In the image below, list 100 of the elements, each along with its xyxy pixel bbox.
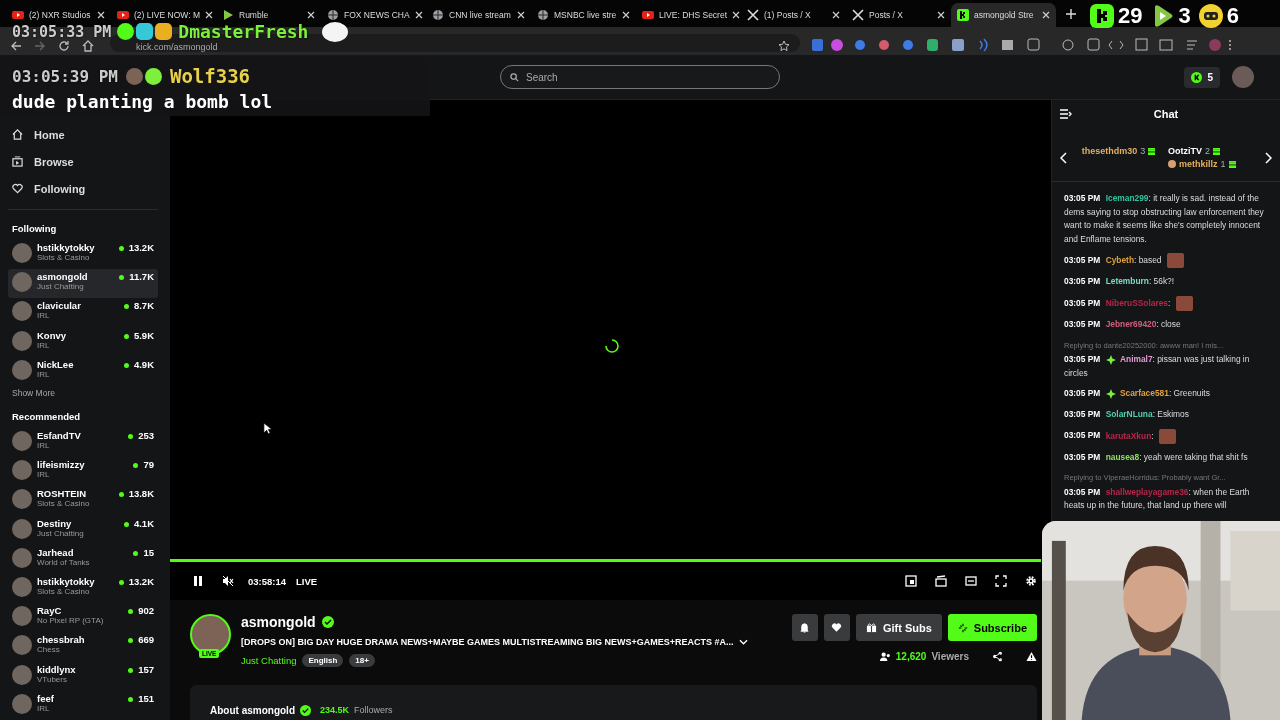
theater-icon[interactable] <box>935 575 947 587</box>
close-icon[interactable] <box>517 11 525 19</box>
points-badge[interactable]: 5 <box>1184 66 1220 88</box>
close-icon[interactable] <box>414 11 423 19</box>
browser-tab[interactable]: (1) Posts / X <box>741 3 846 27</box>
globe-icon <box>327 9 339 21</box>
close-icon[interactable] <box>622 11 630 19</box>
channel-name: asmongold <box>37 271 89 283</box>
k-logo-icon <box>1191 71 1203 83</box>
wide-mode-icon[interactable] <box>965 575 977 587</box>
channel-item[interactable]: asmongold Just Chatting 11.7K <box>8 269 158 299</box>
browser-tab[interactable]: CNN live stream <box>426 3 531 27</box>
chat-message: 03:05 PM Animal7: pissan was just talking in circles <box>1064 353 1251 380</box>
muted-speaker-icon[interactable] <box>222 575 234 587</box>
chevron-left-icon[interactable] <box>1060 151 1067 164</box>
user-avatar[interactable] <box>1232 66 1254 88</box>
section-title: Recommended <box>11 410 82 424</box>
extension-icons[interactable] <box>812 38 1232 52</box>
channel-name: EsfandTV <box>37 430 82 441</box>
browser-tab[interactable]: Posts / X <box>846 3 951 27</box>
channel-name[interactable]: asmongold <box>241 614 316 630</box>
channel-item[interactable]: Konvy IRL 5.9K <box>8 327 158 357</box>
search-field[interactable]: Search <box>500 65 780 89</box>
channel-item[interactable]: ROSHTEIN Slots & Casino 13.8K <box>8 486 158 516</box>
tag[interactable]: 18+ <box>349 654 375 667</box>
avatar <box>12 635 32 656</box>
viewer-count: 13.2K <box>128 576 154 588</box>
channel-name: ROSHTEIN <box>37 488 88 500</box>
fullscreen-icon[interactable] <box>995 575 1007 587</box>
gift-subs-button[interactable]: Gift Subs <box>855 614 942 641</box>
channel-name: chessbrah <box>37 634 86 646</box>
plus-icon[interactable] <box>1066 8 1076 19</box>
reload-icon[interactable] <box>58 40 70 52</box>
follow-button[interactable] <box>823 614 850 641</box>
channel-item[interactable]: Destiny Just Chatting 4.1K <box>8 515 158 545</box>
channel-item[interactable]: clavicular IRL 8.7K <box>8 298 158 328</box>
home-icon[interactable] <box>82 40 94 52</box>
channel-item[interactable]: Jarhead World of Tanks 15 <box>8 544 158 575</box>
channel-item[interactable]: lifeismizzy IRL 79 <box>8 457 158 487</box>
close-icon[interactable] <box>204 11 213 19</box>
mini-player-icon[interactable] <box>905 575 917 587</box>
subscribe-button[interactable]: Subscribe <box>947 614 1037 641</box>
channel-item[interactable]: kiddlynx VTubers 157 <box>8 661 158 691</box>
channel-category: IRL <box>37 311 51 321</box>
close-icon[interactable] <box>937 11 945 19</box>
counter-value: 29 <box>1118 3 1143 29</box>
settings-icon[interactable] <box>1025 575 1037 587</box>
warning-icon[interactable] <box>1026 651 1037 662</box>
pause-icon[interactable] <box>192 575 204 587</box>
gifter-name[interactable]: methkillz <box>1179 159 1218 169</box>
stream-time: 03:58:14 <box>248 575 287 587</box>
channel-item[interactable]: RayC No Pixel RP (GTA) 902 <box>8 603 158 633</box>
close-icon[interactable] <box>1042 11 1050 19</box>
collapse-icon[interactable] <box>1060 109 1072 119</box>
gift-icon <box>1228 160 1236 168</box>
nav-link[interactable]: Following <box>12 180 154 197</box>
viewer-count: 12,620 <box>895 651 927 662</box>
show-more-link[interactable]: Show More <box>8 386 158 408</box>
nav-link[interactable]: Browse <box>12 153 154 170</box>
close-icon[interactable] <box>97 11 105 19</box>
avatar <box>12 664 32 685</box>
avatar <box>12 243 32 263</box>
avatar <box>12 460 32 481</box>
category-link[interactable]: Just Chatting <box>241 655 297 666</box>
gifter-name[interactable]: thesethdm30 <box>1081 146 1138 156</box>
browser-tab[interactable]: MSNBC live stre <box>531 3 636 27</box>
avatar <box>12 489 32 510</box>
share-icon[interactable] <box>992 651 1003 662</box>
browser-tab[interactable]: LIVE: DHS Secret <box>636 3 741 27</box>
gift-icon <box>1213 147 1220 155</box>
channel-item[interactable]: chessbrah Chess 669 <box>8 632 158 662</box>
tag[interactable]: English <box>302 654 344 667</box>
gift-count: 1 <box>1220 159 1226 169</box>
chevron-down-icon[interactable] <box>739 639 749 645</box>
close-icon[interactable] <box>832 11 840 19</box>
gift-icon <box>1148 147 1156 155</box>
channel-category: Slots & Casino <box>37 499 91 509</box>
live-indicator: LIVE <box>296 575 318 587</box>
channel-item[interactable]: NickLee IRL 4.9K <box>8 356 158 386</box>
live-dot <box>118 246 124 251</box>
channel-category: VTubers <box>37 674 67 684</box>
channel-item[interactable]: feef IRL 151 <box>8 690 158 720</box>
notification-button[interactable] <box>791 614 818 641</box>
channel-item[interactable]: hstikkytokky Slots & Casino 13.2K <box>8 574 158 604</box>
back-icon[interactable] <box>10 40 22 52</box>
channel-item[interactable]: EsfandTV IRL 253 <box>8 428 158 458</box>
live-dot <box>118 580 124 586</box>
live-dot <box>128 434 134 439</box>
browser-tab[interactable]: asmongold Stre <box>951 3 1056 27</box>
star-icon[interactable] <box>778 40 790 52</box>
browser-tab[interactable]: FOX NEWS CHA <box>321 3 426 27</box>
channel-avatar[interactable] <box>190 614 231 655</box>
chevron-right-icon[interactable] <box>1265 151 1272 164</box>
viewers-label: Viewers <box>931 651 969 662</box>
close-icon[interactable] <box>732 11 741 19</box>
nav-link[interactable]: Home <box>12 126 154 143</box>
forward-icon[interactable] <box>34 40 46 52</box>
gifter-name[interactable]: OotziTV <box>1168 146 1202 156</box>
channel-item[interactable]: hstikkytokky Slots & Casino 13.2K <box>8 240 158 270</box>
close-icon[interactable] <box>307 11 315 19</box>
